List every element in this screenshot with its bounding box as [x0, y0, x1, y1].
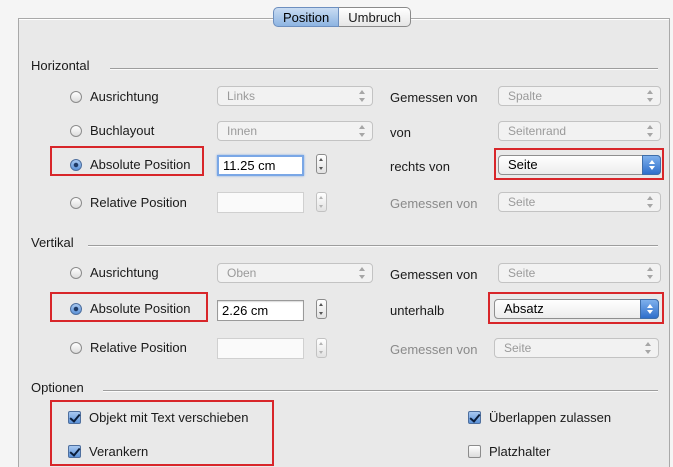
select-value: Seite [508, 266, 536, 280]
chevron-updown-icon [646, 196, 654, 208]
highlight-h-rechts-von-select [494, 148, 664, 180]
select-value: Spalte [508, 89, 543, 103]
h-gemessen-von-label: Gemessen von [390, 90, 478, 105]
checkbox-platzhalter[interactable]: Platzhalter [468, 444, 550, 459]
radio-label: Ausrichtung [90, 265, 159, 280]
radio-icon [70, 124, 82, 137]
radio-icon [70, 266, 82, 279]
select-value: Oben [227, 266, 257, 280]
v-gemessen-von-label: Gemessen von [390, 267, 478, 282]
h-relative-gemessen-von-label: Gemessen von [390, 196, 478, 211]
select-value: Seite [508, 195, 536, 209]
radio-icon [70, 90, 82, 103]
checkbox-checked-icon [468, 411, 481, 424]
chevron-updown-icon [358, 267, 366, 279]
select-value: Links [227, 89, 256, 103]
v-ausrichtung-select[interactable]: Oben [217, 263, 373, 283]
v-gemessen-von-select[interactable]: Seite [498, 263, 661, 283]
horizontal-separator [110, 68, 658, 69]
radio-label: Buchlayout [90, 123, 155, 138]
checkbox-unchecked-icon [468, 445, 481, 458]
optionen-separator [103, 390, 658, 391]
select-value: Seitenrand [508, 124, 567, 138]
chevron-updown-icon [358, 125, 366, 137]
horizontal-section-title: Horizontal [31, 58, 90, 73]
h-ausrichtung-select[interactable]: Links [217, 86, 373, 106]
tab-bar: Position Umbruch [273, 7, 411, 27]
highlight-h-absolute-position [50, 146, 204, 176]
checkbox-label: Platzhalter [489, 444, 551, 459]
vertikal-section-title: Vertikal [31, 235, 74, 250]
checkbox-label: Überlappen zulassen [489, 410, 612, 425]
chevron-updown-icon [358, 90, 366, 102]
h-buchlayout-select[interactable]: Innen [217, 121, 373, 141]
v-radio-relative-position[interactable]: Relative Position [70, 340, 187, 355]
radio-label: Ausrichtung [90, 89, 159, 104]
v-relative-gemessen-von-label: Gemessen von [390, 342, 478, 357]
v-unterhalb-label: unterhalb [390, 303, 445, 318]
chevron-updown-icon [646, 267, 654, 279]
highlight-v-absolute-position [50, 292, 208, 322]
chevron-updown-icon [646, 90, 654, 102]
optionen-section-title: Optionen [31, 380, 84, 395]
h-absolute-position-input[interactable]: 11.25 cm [217, 155, 304, 176]
tab-position[interactable]: Position [273, 7, 340, 27]
vertikal-separator [88, 245, 658, 246]
chevron-updown-icon [644, 342, 652, 354]
chevron-updown-icon [646, 125, 654, 137]
h-relative-position-stepper[interactable] [316, 192, 327, 212]
h-relative-gemessen-von-select[interactable]: Seite [498, 192, 661, 212]
h-radio-buchlayout[interactable]: Buchlayout [70, 123, 154, 138]
v-relative-gemessen-von-select[interactable]: Seite [494, 338, 659, 358]
checkbox-ueberlappen[interactable]: Überlappen zulassen [468, 410, 611, 425]
radio-label: Relative Position [90, 340, 187, 355]
h-relative-position-input[interactable] [217, 192, 304, 213]
radio-icon [70, 196, 82, 209]
h-radio-ausrichtung[interactable]: Ausrichtung [70, 89, 159, 104]
h-rechts-von-label: rechts von [390, 159, 450, 174]
select-value: Innen [227, 124, 258, 138]
v-radio-ausrichtung[interactable]: Ausrichtung [70, 265, 159, 280]
h-von-select[interactable]: Seitenrand [498, 121, 661, 141]
v-relative-position-stepper[interactable] [316, 338, 327, 358]
radio-label: Relative Position [90, 195, 187, 210]
select-value: Seite [504, 341, 532, 355]
h-gemessen-von-select[interactable]: Spalte [498, 86, 661, 106]
v-absolute-position-input[interactable]: 2.26 cm [217, 300, 304, 321]
h-absolute-position-stepper[interactable] [316, 154, 327, 174]
highlight-v-unterhalb-select [488, 292, 664, 324]
tab-umbruch[interactable]: Umbruch [339, 7, 411, 27]
h-von-label: von [390, 125, 411, 140]
v-relative-position-input[interactable] [217, 338, 304, 359]
h-radio-relative-position[interactable]: Relative Position [70, 195, 187, 210]
highlight-optionen-checkboxes [50, 400, 274, 466]
radio-icon [70, 341, 82, 354]
v-absolute-position-stepper[interactable] [316, 299, 327, 319]
